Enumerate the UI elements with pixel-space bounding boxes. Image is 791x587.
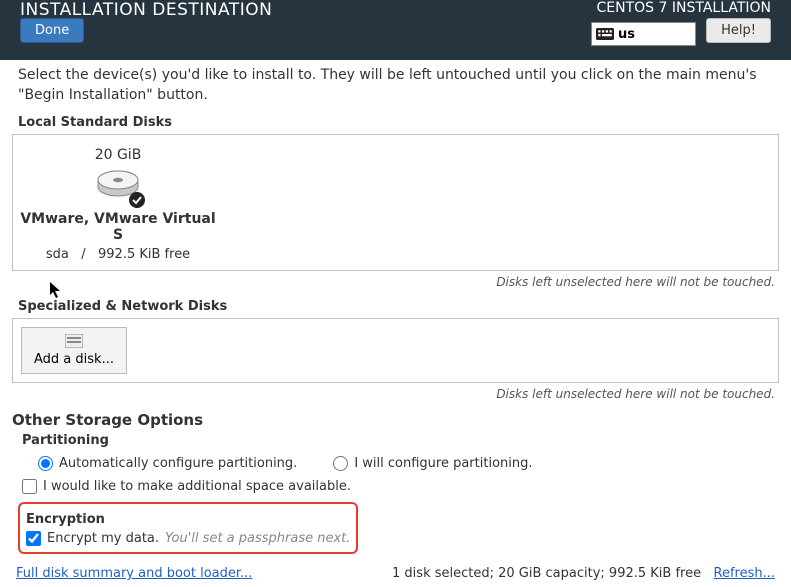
disk-status-text: 1 disk selected; 20 GiB capacity; 992.5 … [392,566,701,581]
encrypt-hint: You'll set a passphrase next. [165,531,350,546]
other-options-heading: Other Storage Options [12,411,785,429]
disk-name: VMware, VMware Virtual S [13,211,223,243]
instructions-text: Select the device(s) you'd like to insta… [6,60,785,111]
footer-right: 1 disk selected; 20 GiB capacity; 992.5 … [392,566,775,581]
partitioning-radio-group: Automatically configure partitioning. I … [22,452,785,475]
check-badge-icon [128,191,146,209]
encryption-section: Encryption Encrypt my data. You'll set a… [18,502,358,554]
topbar: INSTALLATION DESTINATION CENTOS 7 INSTAL… [0,0,791,60]
add-disk-icon [65,334,83,348]
network-disks-label: Specialized & Network Disks [18,299,785,314]
encryption-heading: Encryption [26,512,350,527]
auto-partition-label[interactable]: Automatically configure partitioning. [59,456,297,471]
done-button[interactable]: Done [20,18,84,43]
reclaim-space-checkbox[interactable] [22,479,37,494]
disk-subtext: sda / 992.5 KiB free [13,247,223,262]
add-disk-button[interactable]: Add a disk... [21,327,127,374]
disk-icon-wrap [96,169,140,203]
help-button[interactable]: Help! [706,18,771,43]
manual-partition-label[interactable]: I will configure partitioning. [354,456,532,471]
installer-brand: CENTOS 7 INSTALLATION [597,0,771,16]
network-disks-box: Add a disk... [12,318,779,383]
auto-partition-radio[interactable] [38,456,53,471]
manual-partition-radio[interactable] [333,456,348,471]
local-disks-label: Local Standard Disks [18,115,785,130]
partitioning-heading: Partitioning [22,433,785,448]
footer-bar: Full disk summary and boot loader... 1 d… [6,560,785,587]
reclaim-space-label[interactable]: I would like to make additional space av… [43,479,351,494]
local-disks-hint: Disks left unselected here will not be t… [6,275,775,289]
keyboard-layout-selector[interactable]: us [591,22,696,46]
add-disk-label: Add a disk... [34,352,114,367]
page-title: INSTALLATION DESTINATION [20,0,272,20]
network-disks-hint: Disks left unselected here will not be t… [6,387,775,401]
content-area: Select the device(s) you'd like to insta… [0,60,791,587]
keyboard-icon [596,27,614,41]
encrypt-data-label[interactable]: Encrypt my data. [47,531,159,546]
keyboard-layout-value: us [618,27,635,42]
disk-size: 20 GiB [13,147,223,163]
disk-item[interactable]: 20 GiB VMware, VMware Virtual S sda / 99… [13,147,223,262]
encrypt-data-checkbox[interactable] [26,531,41,546]
local-disks-box: 20 GiB VMware, VMware Virtual S sda / 99… [12,134,779,271]
refresh-link[interactable]: Refresh... [714,566,776,581]
disk-summary-link[interactable]: Full disk summary and boot loader... [16,566,252,581]
